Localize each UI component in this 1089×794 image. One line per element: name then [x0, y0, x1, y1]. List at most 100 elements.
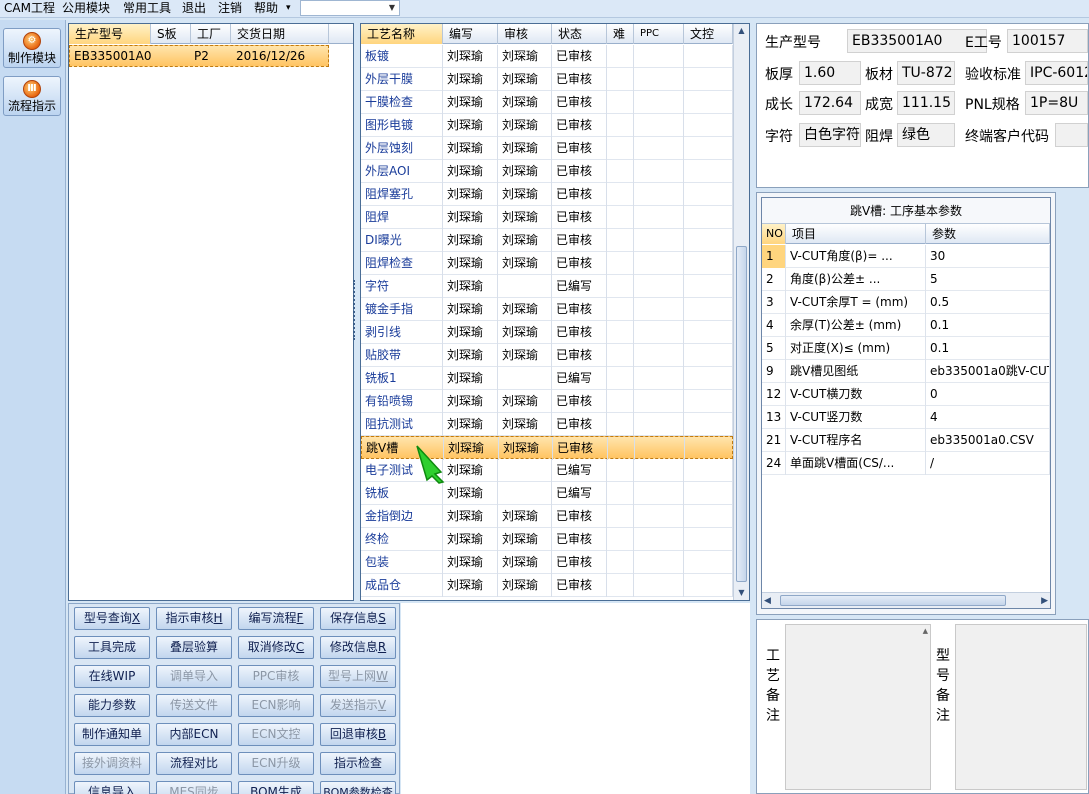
info-field-value[interactable]: 白色字符 [799, 123, 861, 147]
action-button[interactable]: 型号查询X [74, 607, 150, 630]
process-row[interactable]: 阻焊 刘琛瑜 刘琛瑜 已审核 [361, 206, 733, 229]
params-hscrollbar[interactable]: ◀ ▶ [762, 592, 1050, 608]
col-reviewer[interactable]: 审核 [498, 24, 552, 44]
action-button[interactable]: 编写流程F [238, 607, 314, 630]
process-row[interactable]: 图形电镀 刘琛瑜 刘琛瑜 已审核 [361, 114, 733, 137]
action-button[interactable]: 信息导入 [74, 781, 150, 794]
process-row[interactable]: 成品仓 刘琛瑜 刘琛瑜 已审核 [361, 574, 733, 597]
action-button[interactable]: MES同步 [156, 781, 232, 794]
param-row[interactable]: 2 角度(β)公差± ... 5 [762, 268, 1050, 291]
order-row[interactable]: EB335001A0 P2 2016/12/26 [69, 45, 329, 67]
process-row[interactable]: 剥引线 刘琛瑜 刘琛瑜 已审核 [361, 321, 733, 344]
info-field-value[interactable]: 1P=8U [1025, 91, 1088, 115]
process-row[interactable]: 镀金手指 刘琛瑜 刘琛瑜 已审核 [361, 298, 733, 321]
action-button[interactable]: 发送指示V [320, 694, 396, 717]
process-row[interactable]: DI曝光 刘琛瑜 刘琛瑜 已审核 [361, 229, 733, 252]
param-row[interactable]: 9 跳V槽见图纸 eb335001a0跳V-CUT [762, 360, 1050, 383]
param-row[interactable]: 5 对正度(X)≤ (mm) 0.1 [762, 337, 1050, 360]
process-row[interactable]: 阻焊塞孔 刘琛瑜 刘琛瑜 已审核 [361, 183, 733, 206]
process-row[interactable]: 终检 刘琛瑜 刘琛瑜 已审核 [361, 528, 733, 551]
info-field-value[interactable]: IPC-6012 [1025, 61, 1088, 85]
info-field-value[interactable]: 100157 [1007, 29, 1088, 53]
action-button[interactable]: 回退审核B [320, 723, 396, 746]
process-row[interactable]: 阻抗测试 刘琛瑜 刘琛瑜 已审核 [361, 413, 733, 436]
process-row[interactable]: 贴胶带 刘琛瑜 刘琛瑜 已审核 [361, 344, 733, 367]
col-status[interactable]: 状态 [552, 24, 607, 44]
process-scroll-thumb[interactable] [736, 246, 747, 582]
param-row[interactable]: 3 V-CUT余厚T = (mm) 0.5 [762, 291, 1050, 314]
info-field-value[interactable]: 绿色 [897, 123, 955, 147]
col-model[interactable]: 生产型号 [69, 24, 151, 44]
process-row[interactable]: 板镀 刘琛瑜 刘琛瑜 已审核 [361, 45, 733, 68]
col-difficulty[interactable]: 难 [607, 24, 634, 44]
info-field-value[interactable]: 1.60 [799, 61, 861, 85]
col-doc-control[interactable]: 文控 [684, 24, 733, 44]
scroll-down-icon[interactable]: ▼ [734, 586, 749, 600]
process-row[interactable]: 外层干膜 刘琛瑜 刘琛瑜 已审核 [361, 68, 733, 91]
action-button[interactable]: 工具完成 [74, 636, 150, 659]
action-button[interactable]: 在线WIP [74, 665, 150, 688]
action-button[interactable]: PPC审核 [238, 665, 314, 688]
process-row[interactable]: 有铅喷锡 刘琛瑜 刘琛瑜 已审核 [361, 390, 733, 413]
action-button[interactable]: ECN影响 [238, 694, 314, 717]
info-field-value[interactable]: 172.64 [799, 91, 861, 115]
param-row[interactable]: 4 余厚(T)公差± (mm) 0.1 [762, 314, 1050, 337]
process-scrollbar[interactable]: ▲ ▼ [733, 24, 749, 600]
splitter-handle[interactable] [353, 280, 357, 340]
process-row[interactable]: 字符 刘琛瑜 已编写 [361, 275, 733, 298]
process-remark-textarea[interactable]: ▲ [785, 624, 931, 790]
scroll-right-icon[interactable]: ▶ [1041, 593, 1048, 609]
col-factory[interactable]: 工厂 [191, 24, 231, 44]
action-button[interactable]: 取消修改C [238, 636, 314, 659]
make-module-button[interactable]: ⚙ 制作模块 [3, 28, 61, 68]
col-item[interactable]: 项目 [786, 224, 926, 244]
param-row[interactable]: 12 V-CUT横刀数 0 [762, 383, 1050, 406]
params-hscroll-thumb[interactable] [780, 595, 1006, 606]
col-s-board[interactable]: S板 [151, 24, 191, 44]
col-delivery-date[interactable]: 交货日期 [231, 24, 329, 44]
action-button[interactable]: ECN升级 [238, 752, 314, 775]
menu-cam-project[interactable]: CAM工程 [4, 0, 55, 18]
action-button[interactable]: 内部ECN [156, 723, 232, 746]
info-field-value[interactable]: TU-872 S [897, 61, 955, 85]
param-row[interactable]: 1 V-CUT角度(β)= ... 30 [762, 245, 1050, 268]
process-row[interactable]: 外层AOI 刘琛瑜 刘琛瑜 已审核 [361, 160, 733, 183]
action-button[interactable]: 保存信息S [320, 607, 396, 630]
action-button[interactable]: BOM生成 [238, 781, 314, 794]
info-field-value[interactable] [1055, 123, 1088, 147]
action-button[interactable]: 指示审核H [156, 607, 232, 630]
action-button[interactable]: 接外调资料 [74, 752, 150, 775]
col-writer[interactable]: 编写 [443, 24, 498, 44]
param-row[interactable]: 13 V-CUT竖刀数 4 [762, 406, 1050, 429]
action-button[interactable]: 型号上网W [320, 665, 396, 688]
action-button[interactable]: 叠层验算 [156, 636, 232, 659]
action-button[interactable]: ECN文控 [238, 723, 314, 746]
scroll-left-icon[interactable]: ◀ [764, 593, 771, 609]
action-button[interactable]: 制作通知单 [74, 723, 150, 746]
process-row[interactable]: 包装 刘琛瑜 刘琛瑜 已审核 [361, 551, 733, 574]
toolbar-combo[interactable]: ▼ [300, 0, 400, 16]
action-button[interactable]: 能力参数 [74, 694, 150, 717]
chevron-down-icon[interactable]: ▼ [389, 1, 395, 15]
menu-help[interactable]: 帮助 [254, 0, 278, 18]
scroll-up-icon[interactable]: ▲ [734, 24, 749, 38]
param-row[interactable]: 21 V-CUT程序名 eb335001a0.CSV [762, 429, 1050, 452]
action-button[interactable]: 调单导入 [156, 665, 232, 688]
col-ppc[interactable]: PPC [634, 24, 684, 44]
process-row[interactable]: 外层蚀刻 刘琛瑜 刘琛瑜 已审核 [361, 137, 733, 160]
col-process-name[interactable]: 工艺名称 [361, 24, 443, 44]
menu-exit[interactable]: 退出 [182, 0, 206, 18]
flow-instruction-button[interactable]: Ⅲ 流程指示 [3, 76, 61, 116]
menu-logout[interactable]: 注销 [218, 0, 242, 18]
action-button[interactable]: 流程对比 [156, 752, 232, 775]
action-button[interactable]: BOM参数检查 [320, 781, 396, 794]
scroll-up-icon[interactable]: ▲ [923, 627, 928, 635]
process-row[interactable]: 金指倒边 刘琛瑜 刘琛瑜 已审核 [361, 505, 733, 528]
info-field-value[interactable]: 111.15 [897, 91, 955, 115]
param-row[interactable]: 24 单面跳V槽面(CS/... / [762, 452, 1050, 475]
menu-common-modules[interactable]: 公用模块 [62, 0, 110, 18]
process-row[interactable]: 铣板 刘琛瑜 已编写 [361, 482, 733, 505]
process-row[interactable]: 干膜检查 刘琛瑜 刘琛瑜 已审核 [361, 91, 733, 114]
process-row[interactable]: 阻焊检查 刘琛瑜 刘琛瑜 已审核 [361, 252, 733, 275]
model-remark-textarea[interactable] [955, 624, 1087, 790]
